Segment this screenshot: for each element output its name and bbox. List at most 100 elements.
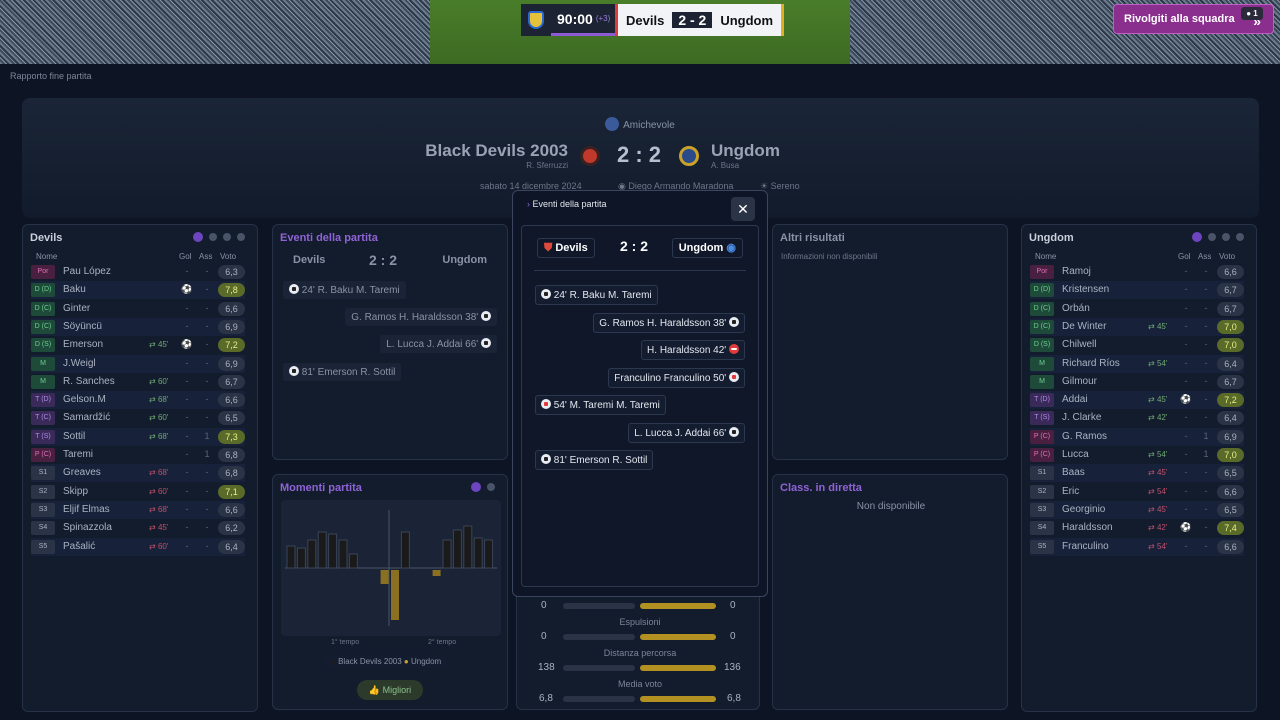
close-button[interactable]: ✕ bbox=[731, 197, 755, 221]
chevron-right-icon: › bbox=[527, 199, 530, 209]
player-goals: - bbox=[1184, 430, 1188, 441]
goal-icon: ⚽ bbox=[181, 339, 193, 350]
player-rating: 7,8 bbox=[218, 283, 245, 298]
away-lineup-panel: Ungdom Nome Gol Ass Voto Por Ramoj - -6,6 D … bbox=[1021, 224, 1257, 712]
player-assists: - bbox=[205, 284, 209, 295]
moment-bar-away bbox=[380, 570, 389, 584]
page-dots[interactable] bbox=[193, 232, 245, 242]
player-row[interactable]: S3 Eljif Elmas ⇄ 68' - -6,6 bbox=[31, 500, 245, 519]
scoreboard: 90:00 (+3) Devils 2 - 2 Ungdom bbox=[521, 4, 785, 36]
player-row[interactable]: P (C) G. Ramos - 1 6,9 bbox=[1030, 427, 1244, 446]
live-table-panel: Class. in diretta Non disponibile bbox=[772, 474, 1008, 710]
player-row[interactable]: S4 Spinazzola ⇄ 45' - -6,2 bbox=[31, 519, 245, 537]
player-row[interactable]: P (C) Taremi - 1 6,8 bbox=[31, 446, 245, 464]
player-row[interactable]: S5 Pašalić ⇄ 60' - -6,4 bbox=[31, 537, 245, 556]
player-row[interactable]: T (S) Sottil ⇄ 68' - 1 7,3 bbox=[31, 427, 245, 446]
stat-label: Distanza percorsa bbox=[603, 648, 677, 658]
stat-bar-home bbox=[563, 603, 635, 609]
player-row[interactable]: D (S) Chilwell - -7,0 bbox=[1030, 336, 1244, 354]
moments-legend: ● Black Devils 2003 ● Ungdom bbox=[325, 655, 448, 668]
player-row[interactable]: S3 Georginio ⇄ 45' - -6,5 bbox=[1030, 500, 1244, 519]
player-row[interactable]: D (D) Baku ⚽ -7,8 bbox=[31, 281, 245, 300]
event-row: L. Lucca J. Addai 66' bbox=[380, 335, 497, 353]
moment-bar-home bbox=[463, 525, 473, 569]
player-row[interactable]: T (D) Gelson.M ⇄ 68' - -6,6 bbox=[31, 391, 245, 410]
player-rating: 6,7 bbox=[1217, 283, 1244, 298]
player-row[interactable]: D (C) Ginter - -6,6 bbox=[31, 300, 245, 318]
player-row[interactable]: M Gilmour - -6,7 bbox=[1030, 373, 1244, 391]
player-row[interactable]: S2 Eric ⇄ 54' - -6,6 bbox=[1030, 483, 1244, 501]
home-team-name[interactable]: Black Devils 2003 R. Sferruzzi bbox=[425, 141, 568, 170]
moment-bar-home bbox=[400, 531, 410, 569]
sub-time: ⇄ 45' bbox=[149, 340, 169, 350]
player-goals: - bbox=[185, 540, 189, 551]
event-text: L. Lucca J. Addai 66' bbox=[634, 427, 727, 439]
player-position: D (S) bbox=[1030, 338, 1054, 353]
player-assists: - bbox=[205, 467, 209, 478]
sub-time: ⇄ 45' bbox=[149, 523, 169, 533]
player-row[interactable]: S1 Baas ⇄ 45' - -6,5 bbox=[1030, 464, 1244, 483]
modal-event: L. Lucca J. Addai 66' bbox=[628, 422, 745, 443]
player-position: M bbox=[1030, 374, 1054, 389]
player-name: Kristensen bbox=[1062, 284, 1110, 296]
away-team-name[interactable]: Ungdom A. Busa bbox=[711, 141, 780, 170]
player-assists: - bbox=[205, 412, 209, 423]
player-name: Spinazzola bbox=[63, 522, 112, 534]
player-position: D (S) bbox=[31, 338, 55, 353]
stat-away: 6,8 bbox=[727, 693, 741, 704]
player-row[interactable]: Por Ramoj - -6,6 bbox=[1030, 263, 1244, 281]
player-name: Pašalić bbox=[63, 540, 96, 552]
player-row[interactable]: D (C) Orbán - -6,7 bbox=[1030, 300, 1244, 318]
sub-time: ⇄ 68' bbox=[149, 504, 169, 514]
page-dots[interactable] bbox=[471, 482, 495, 492]
player-row[interactable]: T (S) J. Clarke ⇄ 42' - -6,4 bbox=[1030, 409, 1244, 427]
player-goals: - bbox=[1184, 540, 1188, 551]
match-clock: 90:00 (+3) bbox=[551, 4, 615, 36]
player-goals: - bbox=[1184, 284, 1188, 295]
player-name: Greaves bbox=[63, 467, 101, 479]
player-row[interactable]: P (C) Lucca ⇄ 54' - 1 7,0 bbox=[1030, 446, 1244, 464]
goal-icon bbox=[541, 454, 551, 464]
player-row[interactable]: T (C) Samardžić ⇄ 60' - -6,5 bbox=[31, 409, 245, 427]
player-goals: - bbox=[1184, 320, 1188, 331]
modal-event: 81' Emerson R. Sottil bbox=[535, 450, 654, 470]
player-row[interactable]: S5 Franculino ⇄ 54' - -6,6 bbox=[1030, 537, 1244, 556]
player-name: Ramoj bbox=[1062, 266, 1091, 277]
player-row[interactable]: S4 Haraldsson ⇄ 42' ⚽ -7,4 bbox=[1030, 519, 1244, 537]
player-row[interactable]: T (D) Addai ⇄ 45' ⚽ -7,2 bbox=[1030, 391, 1244, 410]
stat-bar-home bbox=[563, 634, 635, 640]
player-assists: - bbox=[1204, 503, 1208, 514]
back-to-team-button[interactable]: Rivolgiti alla squadra » ● 1 bbox=[1113, 4, 1274, 34]
player-row[interactable]: M Richard Ríos ⇄ 54' - -6,4 bbox=[1030, 354, 1244, 373]
player-row[interactable]: D (S) Emerson ⇄ 45' ⚽ -7,2 bbox=[31, 336, 245, 354]
moments-title: Momenti partita bbox=[280, 482, 362, 494]
player-goals: - bbox=[185, 375, 189, 386]
sub-time: ⇄ 68' bbox=[149, 431, 169, 441]
page-dots[interactable] bbox=[1192, 232, 1244, 242]
player-row[interactable]: S1 Greaves ⇄ 68' - -6,8 bbox=[31, 464, 245, 483]
stat-bar-away bbox=[640, 665, 716, 671]
player-row[interactable]: S2 Skipp ⇄ 60' - -7,1 bbox=[31, 483, 245, 501]
player-assists: - bbox=[1204, 540, 1208, 551]
competition-label: Amichevole bbox=[0, 117, 1280, 131]
sub-time: ⇄ 54' bbox=[1148, 541, 1168, 551]
player-row[interactable]: M R. Sanches ⇄ 60' - -6,7 bbox=[31, 373, 245, 391]
player-rating: 6,6 bbox=[1217, 265, 1244, 279]
match-score: 2 : 2 bbox=[617, 142, 662, 167]
player-row[interactable]: M J.Weigl - -6,9 bbox=[31, 354, 245, 373]
best-button[interactable]: 👍 Migliori bbox=[357, 680, 423, 700]
weather: ☀ Sereno bbox=[760, 181, 800, 191]
player-assists: - bbox=[1204, 467, 1208, 478]
away-crest-icon bbox=[679, 146, 699, 166]
injury-icon bbox=[729, 344, 739, 354]
modal-title: › Eventi della partita bbox=[527, 199, 607, 209]
player-row[interactable]: Por Pau López - -6,3 bbox=[31, 263, 245, 281]
player-row[interactable]: D (C) De Winter ⇄ 45' - -7,0 bbox=[1030, 317, 1244, 336]
player-row[interactable]: D (C) Söyüncü - -6,9 bbox=[31, 317, 245, 336]
player-name: Samardžić bbox=[63, 412, 111, 424]
live-table-title: Class. in diretta bbox=[780, 482, 862, 494]
stat-home: 138 bbox=[538, 662, 555, 673]
competition-icon bbox=[605, 117, 620, 131]
player-row[interactable]: D (D) Kristensen - -6,7 bbox=[1030, 281, 1244, 300]
player-position: S2 bbox=[31, 484, 55, 499]
